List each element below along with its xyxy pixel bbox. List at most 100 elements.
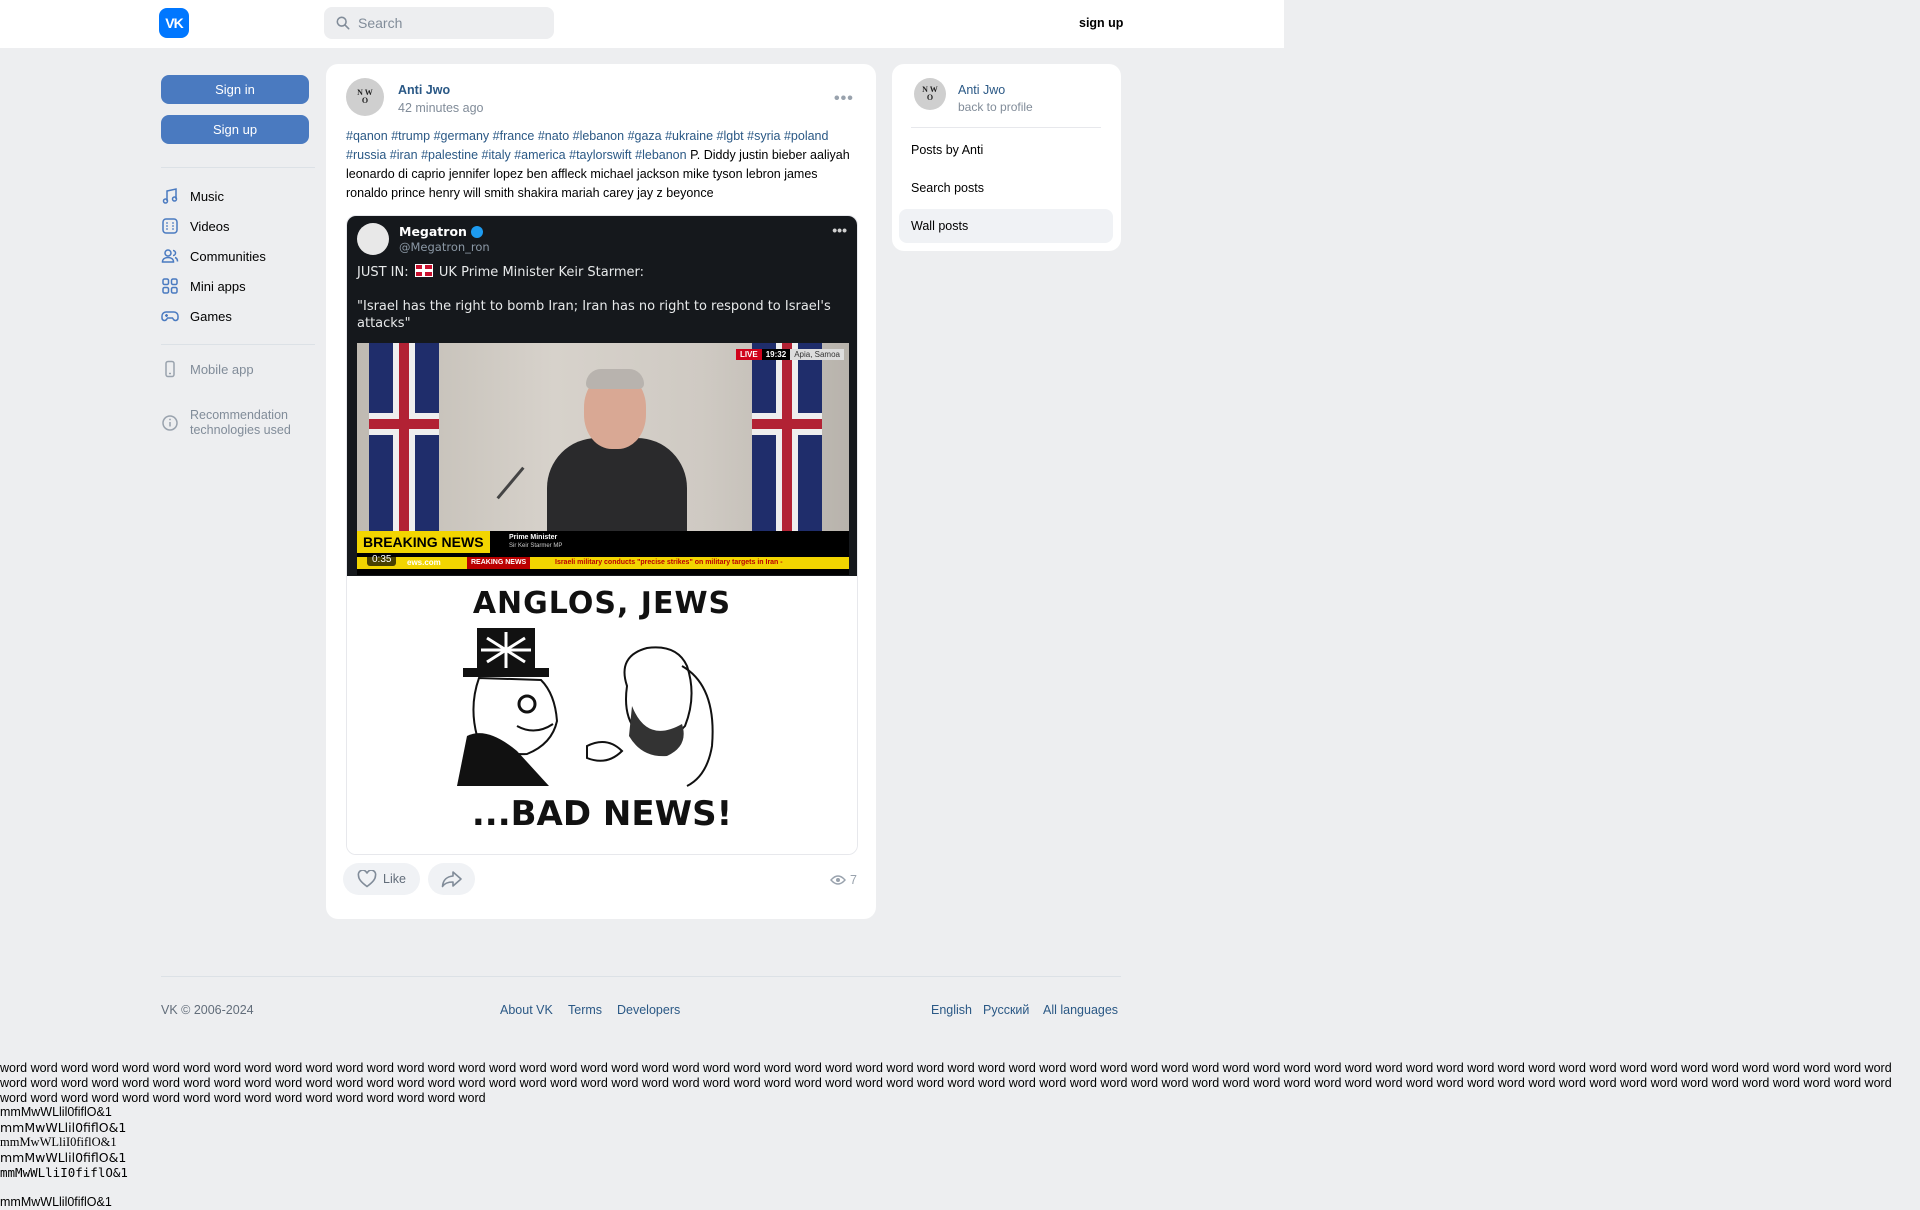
search-input[interactable] [358,15,538,31]
hashtag-link[interactable]: #nato [538,129,569,143]
font-test-line: mmMwWLlil0fiflO&1 [0,1120,127,1135]
profile-avatar[interactable]: N WO [914,78,946,110]
hashtag-link[interactable]: #america [514,148,565,162]
footer-divider [161,976,1121,977]
tweet-author-name: Megatron [399,224,483,239]
tweet-screenshot: Megatron @Megatron_ron ••• JUST IN: UK P… [347,216,857,576]
sidebar-item-label: Music [190,188,224,204]
sidebar-item-label: Mini apps [190,278,246,294]
hashtag-link[interactable]: #poland [784,129,829,143]
post-text: #qanon #trump #germany #france #nato #le… [346,127,858,203]
video-duration: 0:35 [367,553,397,566]
post-timestamp[interactable]: 42 minutes ago [398,101,483,115]
footer-about-link[interactable]: About VK [500,1003,553,1017]
sidebar-item-label: Games [190,308,232,324]
tweet-handle: @Megatron_ron [399,240,490,254]
cartoon-caption: ...BAD NEWS! [471,794,733,834]
top-bar: VK sign up [0,0,1284,48]
hashtag-link[interactable]: #taylorswift [569,148,632,162]
footer-all-languages-link[interactable]: All languages [1043,1003,1118,1017]
font-test-line: mmMwWLlil0fiflO&1 [0,1105,112,1119]
hashtag-link[interactable]: #germany [434,129,490,143]
recommendation-line-1: Recommendation [190,408,288,422]
panel-divider [911,127,1101,128]
share-icon [441,871,462,888]
sign-up-button[interactable]: Sign up [161,115,309,144]
footer-copyright: VK © 2006-2024 [161,1003,254,1017]
sidebar-divider [161,344,315,345]
communities-icon [161,249,179,263]
post-author-avatar[interactable]: N WO [346,78,384,116]
views-counter: 7 [830,873,857,887]
hashtag-link[interactable]: #france [493,129,535,143]
vk-logo[interactable]: VK [159,8,189,38]
tweet-quote: "Israel has the right to bomb Iran; Iran… [357,299,831,331]
eye-icon [830,875,846,885]
search-posts-link[interactable]: Search posts [899,171,1113,205]
post-image[interactable]: Megatron @Megatron_ron ••• JUST IN: UK P… [346,215,858,855]
signup-link[interactable]: sign up [1079,16,1123,30]
font-test-line: mmMwWLliI0fiflO&1 [0,1165,128,1180]
hashtag-link[interactable]: #gaza [628,129,662,143]
sidebar-item-videos[interactable]: Videos [161,215,230,237]
sidebar-item-games[interactable]: Games [161,305,232,327]
like-label: Like [383,872,406,886]
microphone [496,466,525,500]
uk-flag-icon [414,264,433,277]
tweet-headline: JUST IN: UK Prime Minister Keir Starmer: [357,264,645,280]
heart-icon [357,870,377,888]
new-world-order-logo: N WO [922,85,938,102]
live-tag: LIVE 19:32 Apia, Samoa [735,349,844,360]
hashtag-link[interactable]: #palestine [421,148,478,162]
breaking-news-banner: BREAKING NEWS Prime Minister Sir Keir St… [357,531,849,575]
cartoon-figures-drawing [457,628,714,787]
sidebar-divider [161,167,315,168]
cartoon-title: ANGLOS, JEWS [472,586,732,621]
like-button[interactable]: Like [343,863,420,895]
footer-terms-link[interactable]: Terms [568,1003,602,1017]
new-world-order-logo: N WO [357,88,373,105]
font-test-line: mmMwWLlil0fiflO&1 [0,1195,112,1209]
sign-in-button[interactable]: Sign in [161,75,309,104]
sidebar-item-communities[interactable]: Communities [161,245,266,267]
hashtag-link[interactable]: #lgbt [717,129,744,143]
sidebar-item-mini-apps[interactable]: Mini apps [161,275,246,297]
post-author-name[interactable]: Anti Jwo [398,83,450,97]
footer-russian-link[interactable]: Русский [983,1003,1029,1017]
sidebar-item-label: Communities [190,248,266,264]
search-box[interactable] [324,7,554,39]
hashtag-link[interactable]: #ukraine [665,129,713,143]
uk-flag-left [369,343,439,533]
music-icon [162,188,178,204]
hashtag-link[interactable]: #italy [482,148,511,162]
hashtag-link[interactable]: #iran [390,148,418,162]
cartoon-image: ANGLOS, JEWS ...BAD NEWS! [347,576,857,854]
videos-icon [162,218,178,234]
hashtag-link[interactable]: #trump [391,129,430,143]
speaker-hair [586,369,644,389]
footer-english-link[interactable]: English [931,1003,972,1017]
hashtag-link[interactable]: #russia [346,148,386,162]
font-test-line: mmMwWLliI0fiflO&1 [0,1135,117,1149]
recommendation-technologies-link[interactable]: Recommendation technologies used [161,408,291,438]
tweet-more-icon: ••• [832,222,847,238]
hashtag-link[interactable]: #syria [747,129,780,143]
wall-posts-link[interactable]: Wall posts [899,209,1113,243]
posts-by-author-link[interactable]: Posts by Anti [899,133,1113,167]
post-more-menu-icon[interactable]: ••• [834,90,854,108]
sidebar-item-mobile-app[interactable]: Mobile app [161,358,254,380]
word-test-text: word word word word word word word word … [0,1061,1892,1105]
verified-badge-icon [470,226,483,238]
views-count: 7 [850,873,857,887]
sidebar-item-music[interactable]: Music [161,185,224,207]
hashtag-link[interactable]: #lebanon [573,129,624,143]
news-video-frame: LIVE 19:32 Apia, Samoa BREAKING NEWS Pri… [357,343,849,575]
back-to-profile-link[interactable]: back to profile [958,100,1033,114]
share-button[interactable] [428,863,475,895]
font-test-line: mmMwWLlil0fiflO&1 [0,1150,127,1165]
footer-developers-link[interactable]: Developers [617,1003,680,1017]
info-icon [162,415,178,431]
hashtag-link[interactable]: #qanon [346,129,388,143]
hashtag-link[interactable]: #lebanon [635,148,686,162]
profile-name-link[interactable]: Anti Jwo [958,83,1005,97]
